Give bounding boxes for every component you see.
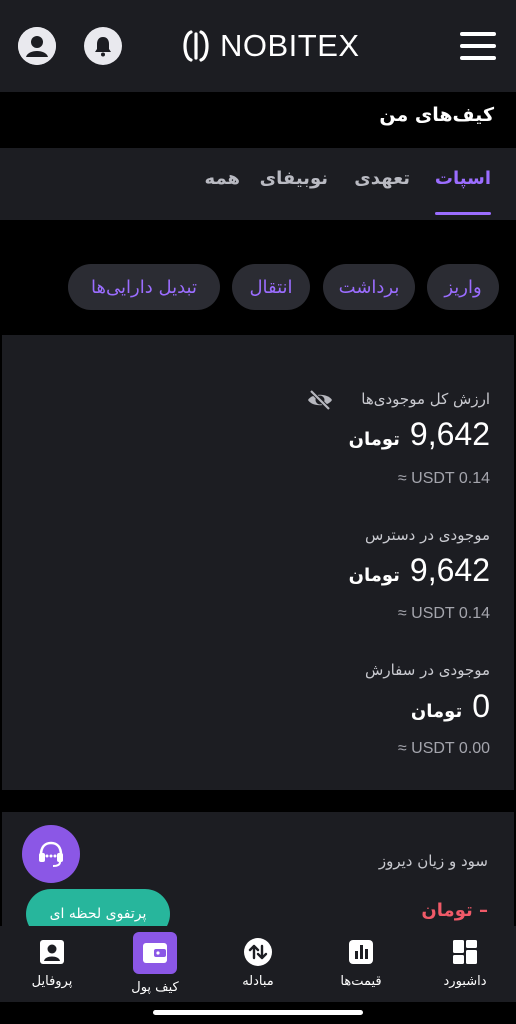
- bell-icon[interactable]: [84, 27, 122, 65]
- in-orders-balance-value: 0: [472, 688, 490, 724]
- available-balance-usdt: ≈ USDT 0.14: [397, 605, 490, 622]
- deposit-button[interactable]: واریز: [427, 264, 499, 310]
- in-orders-balance-unit: تومان: [410, 701, 463, 722]
- nav-profile[interactable]: پروفایل: [7, 926, 97, 1002]
- nobitex-logo: NOBITEX: [180, 26, 360, 66]
- wallet-tabs: اسپات تعهدی نوبیفای همه: [0, 148, 516, 220]
- bottom-navigation: داشبورد قیمت‌ها مبادله: [0, 926, 516, 1002]
- nav-wallet-label: کیف پول: [131, 980, 179, 995]
- available-balance-unit: تومان: [348, 565, 400, 586]
- top-bar: NOBITEX: [0, 0, 516, 92]
- eye-off-icon[interactable]: [306, 388, 334, 412]
- convert-assets-button[interactable]: تبدیل دارایی‌ها: [68, 264, 220, 310]
- pnl-label: سود و زیان دیروز: [378, 852, 488, 870]
- nav-profile-label: پروفایل: [31, 974, 73, 989]
- in-orders-balance-usdt: ≈ USDT 0.00: [397, 740, 490, 757]
- bar-chart-icon: [345, 936, 377, 968]
- pnl-value: – تومان: [421, 900, 488, 921]
- available-balance: 9,642 تومان: [349, 552, 490, 589]
- tab-all[interactable]: همه: [205, 168, 240, 189]
- title-bar: کیف‌های من: [0, 92, 516, 148]
- nav-prices[interactable]: قیمت‌ها: [316, 926, 406, 1002]
- nav-prices-label: قیمت‌ها: [340, 974, 382, 989]
- home-indicator: [153, 1010, 363, 1015]
- active-tab-indicator: [435, 212, 491, 215]
- headset-icon: [39, 841, 63, 867]
- total-balance: 9,642 تومان: [349, 416, 490, 453]
- user-circle-icon[interactable]: [18, 27, 56, 65]
- logo-mark-icon: [183, 30, 209, 62]
- nav-wallet[interactable]: کیف پول: [110, 926, 200, 1002]
- available-balance-value: 9,642: [409, 552, 490, 588]
- wallet-actions: واریز برداشت انتقال تبدیل دارایی‌ها: [0, 264, 516, 312]
- tab-nobifi[interactable]: نوبیفای: [260, 168, 328, 189]
- logo-text: NOBITEX: [220, 28, 360, 63]
- nav-dashboard[interactable]: داشبورد: [420, 926, 510, 1002]
- wallet-icon: [133, 932, 177, 974]
- in-orders-balance-label: موجودی در سفارش: [365, 661, 490, 679]
- tab-spot[interactable]: اسپات: [435, 168, 491, 189]
- total-balance-usdt: ≈ USDT 0.14: [397, 470, 490, 487]
- in-orders-balance: 0 تومان: [411, 688, 490, 725]
- tab-margin[interactable]: تعهدی: [354, 168, 410, 189]
- transfer-button[interactable]: انتقال: [232, 264, 310, 310]
- support-button[interactable]: [22, 825, 80, 883]
- swap-icon: [242, 936, 274, 968]
- grid-icon: [449, 936, 481, 968]
- profile-icon: [36, 936, 68, 968]
- page-title: کیف‌های من: [379, 104, 494, 126]
- menu-icon[interactable]: [460, 32, 496, 60]
- available-balance-label: موجودی در دسترس: [364, 526, 490, 544]
- total-balance-unit: تومان: [348, 429, 400, 450]
- total-balance-value: 9,642: [409, 416, 490, 452]
- nav-exchange[interactable]: مبادله: [213, 926, 303, 1002]
- total-balance-label: ارزش کل موجودی‌ها: [361, 390, 490, 408]
- nav-exchange-label: مبادله: [242, 974, 274, 989]
- nav-dashboard-label: داشبورد: [443, 974, 487, 989]
- withdraw-button[interactable]: برداشت: [323, 264, 415, 310]
